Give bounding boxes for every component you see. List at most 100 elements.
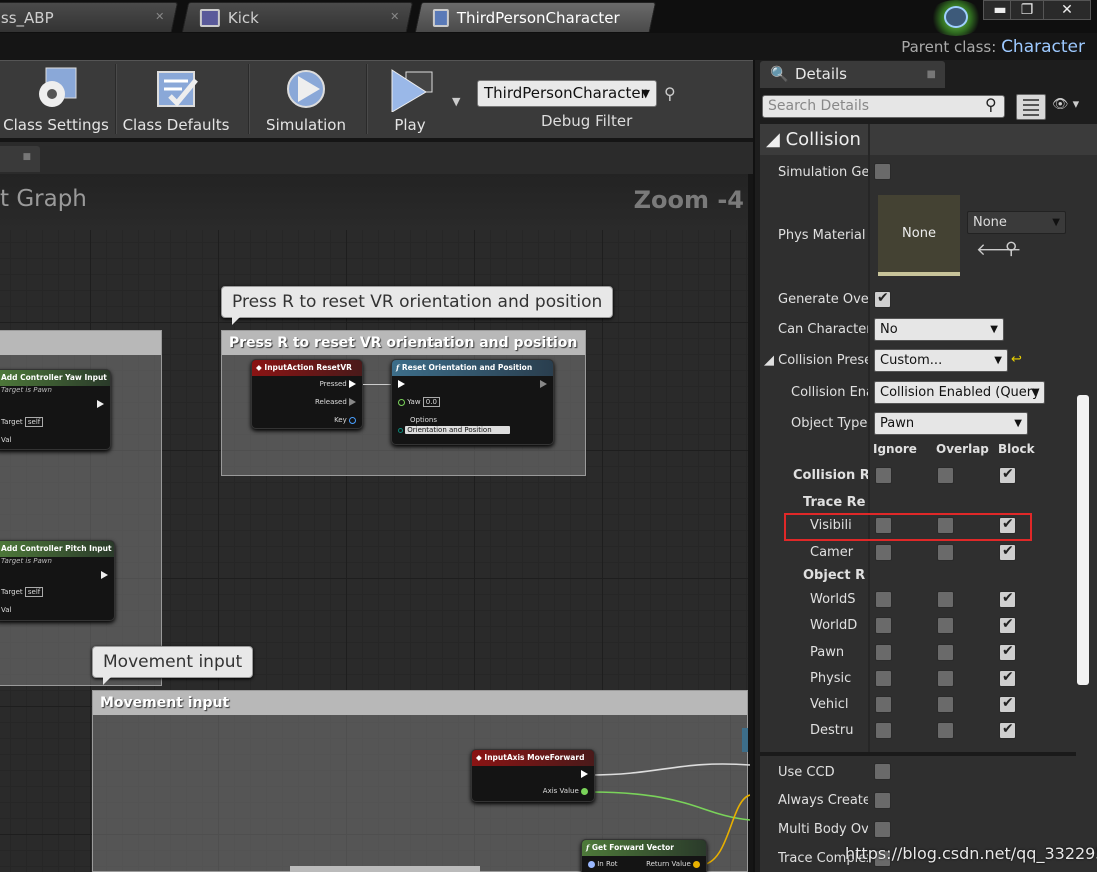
- property-matrix-button[interactable]: [1016, 94, 1046, 120]
- collision-presets-dropdown[interactable]: Custom...: [874, 349, 1008, 372]
- pin-default[interactable]: 0.0: [422, 397, 440, 407]
- details-scrollbar[interactable]: [1077, 395, 1089, 685]
- toolbar-separator: [115, 64, 117, 134]
- search-details-input[interactable]: Search Details: [762, 95, 1005, 118]
- node-inputaxis-moveforward[interactable]: ◆ InputAxis MoveForward Axis Value: [471, 749, 595, 802]
- tab-event-graph[interactable]: ■: [0, 146, 40, 172]
- view-options-button[interactable]: 👁 ▾: [1052, 97, 1090, 117]
- collision-category-header[interactable]: ◢ Collision: [760, 124, 1097, 155]
- exec-in-pin[interactable]: [398, 380, 405, 388]
- prop-collision-presets[interactable]: ◢ Collision Preset: [764, 353, 868, 368]
- comment-bubble[interactable]: Movement input: [92, 646, 254, 685]
- node-get-forward-vector[interactable]: f Get Forward Vector In Rot Return Value: [581, 839, 707, 872]
- play-button[interactable]: Play: [374, 60, 446, 138]
- phys-material-thumbnail[interactable]: None: [878, 195, 960, 276]
- comment-bubble[interactable]: Press R to reset VR orientation and posi…: [221, 286, 614, 325]
- column-header-block: Block: [998, 442, 1035, 456]
- options-pin[interactable]: Orientation and Position: [398, 426, 510, 434]
- checkbox-destructible-overlap[interactable]: [937, 722, 954, 739]
- in-rot-pin[interactable]: In Rot: [588, 860, 618, 868]
- return-value-pin[interactable]: Return Value: [646, 860, 700, 868]
- checkbox-pawn-block[interactable]: [999, 643, 1016, 661]
- tab-kick[interactable]: Kick ✕: [181, 2, 414, 32]
- checkbox-worldstatic-block[interactable]: [999, 590, 1016, 608]
- phys-material-dropdown[interactable]: None: [967, 211, 1066, 234]
- details-tab[interactable]: 🔍 Details ■: [760, 61, 945, 88]
- checkbox-always-create-physics-state[interactable]: [874, 792, 891, 809]
- search-icon[interactable]: ⚲: [664, 84, 676, 103]
- checkbox-physicsbody-ignore[interactable]: [875, 670, 892, 687]
- class-defaults-button[interactable]: Class Defaults: [122, 60, 230, 138]
- reset-to-default-icon[interactable]: ↩: [1011, 352, 1022, 367]
- axis-value-pin[interactable]: Axis Value: [543, 787, 588, 795]
- pin-default[interactable]: self: [24, 587, 44, 597]
- val-pin[interactable]: Val: [1, 606, 11, 614]
- tab-thirdpersoncharacter[interactable]: ThirdPersonCharacter: [414, 2, 657, 32]
- checkbox-destructible-ignore[interactable]: [875, 722, 892, 739]
- checkbox-worlddynamic-ignore[interactable]: [875, 617, 892, 634]
- close-window-button[interactable]: ✕: [1043, 0, 1091, 20]
- key-pin[interactable]: Key: [334, 416, 356, 424]
- exec-out-pin[interactable]: [540, 380, 547, 388]
- object-type-dropdown[interactable]: Pawn: [874, 412, 1028, 435]
- yaw-pin[interactable]: Yaw 0.0: [398, 397, 440, 407]
- simulation-button[interactable]: Simulation: [258, 60, 354, 138]
- checkbox-camera-overlap[interactable]: [937, 544, 954, 561]
- play-icon: [386, 66, 434, 113]
- target-pin[interactable]: Target self: [1, 587, 44, 597]
- collision-enabled-dropdown[interactable]: Collision Enabled (Query a: [874, 381, 1045, 404]
- exec-out-pin[interactable]: [101, 571, 108, 579]
- checkbox-physicsbody-block[interactable]: [999, 669, 1016, 687]
- checkbox-worlddynamic-overlap[interactable]: [937, 617, 954, 634]
- node-inputaction-resetvr[interactable]: ◆ InputAction ResetVR Pressed Released K…: [251, 359, 363, 429]
- released-pin[interactable]: Released: [315, 398, 356, 406]
- checkbox-vehicle-ignore[interactable]: [875, 696, 892, 713]
- checkbox-pawn-overlap[interactable]: [937, 644, 954, 661]
- event-icon: ◆: [256, 363, 262, 372]
- checkbox-camera-block[interactable]: [999, 543, 1016, 561]
- checkbox-simulation-generates-hit-events[interactable]: [874, 163, 891, 180]
- checkbox-multi-body-overlap[interactable]: [874, 821, 891, 838]
- checkbox-worlddynamic-block[interactable]: [999, 616, 1016, 634]
- comment-header: Press R to reset VR orientation and posi…: [222, 331, 585, 355]
- checkbox-responses-ignore[interactable]: [875, 467, 892, 484]
- close-icon[interactable]: ■: [22, 152, 31, 162]
- debug-filter-dropdown[interactable]: ThirdPersonCharacter: [477, 80, 657, 107]
- val-pin[interactable]: Val: [1, 436, 11, 444]
- exec-out-pin[interactable]: [97, 400, 104, 408]
- exec-out-pin[interactable]: [581, 770, 588, 778]
- close-icon[interactable]: ■: [927, 61, 936, 88]
- checkbox-generate-overlap-events[interactable]: [874, 290, 891, 308]
- checkbox-vehicle-block[interactable]: [999, 695, 1016, 713]
- node-reset-orientation-and-position[interactable]: f Reset Orientation and Position Yaw 0.0…: [391, 359, 554, 445]
- target-pin[interactable]: Target self: [1, 417, 44, 427]
- checkbox-destructible-block[interactable]: [999, 721, 1016, 739]
- checkbox-responses-block[interactable]: [999, 466, 1016, 484]
- column-splitter[interactable]: [868, 124, 870, 752]
- comment-header: Movement input: [93, 691, 747, 715]
- options-dropdown[interactable]: Orientation and Position: [405, 426, 510, 434]
- class-settings-button[interactable]: Class Settings: [2, 60, 110, 138]
- node-add-controller-pitch-input[interactable]: Add Controller Pitch Input Target is Paw…: [0, 540, 115, 621]
- checkbox-vehicle-overlap[interactable]: [937, 696, 954, 713]
- close-icon[interactable]: ✕: [155, 10, 164, 23]
- tab-abp[interactable]: ss_ABP ✕: [0, 2, 179, 32]
- pin-label: Return Value: [646, 860, 691, 868]
- parent-class-link[interactable]: Character: [1001, 37, 1085, 57]
- checkbox-worldstatic-overlap[interactable]: [937, 591, 954, 608]
- checkbox-camera-ignore[interactable]: [875, 544, 892, 561]
- checkbox-worldstatic-ignore[interactable]: [875, 591, 892, 608]
- pin-default[interactable]: self: [24, 417, 44, 427]
- close-icon[interactable]: ✕: [390, 10, 399, 23]
- restore-button[interactable]: ❐: [1010, 0, 1044, 20]
- pressed-pin[interactable]: Pressed: [320, 380, 356, 388]
- checkbox-use-ccd[interactable]: [874, 763, 891, 780]
- checkbox-pawn-ignore[interactable]: [875, 644, 892, 661]
- can-character-step-up-dropdown[interactable]: No: [874, 318, 1004, 341]
- checkbox-physicsbody-overlap[interactable]: [937, 670, 954, 687]
- checkbox-responses-overlap[interactable]: [937, 467, 954, 484]
- browse-search-icon[interactable]: ⚲: [1005, 239, 1017, 259]
- blueprint-icon: [432, 8, 449, 27]
- node-add-controller-yaw-input[interactable]: Add Controller Yaw Input Target is Pawn …: [0, 369, 111, 450]
- play-options-chevron-icon[interactable]: ▼: [452, 95, 460, 108]
